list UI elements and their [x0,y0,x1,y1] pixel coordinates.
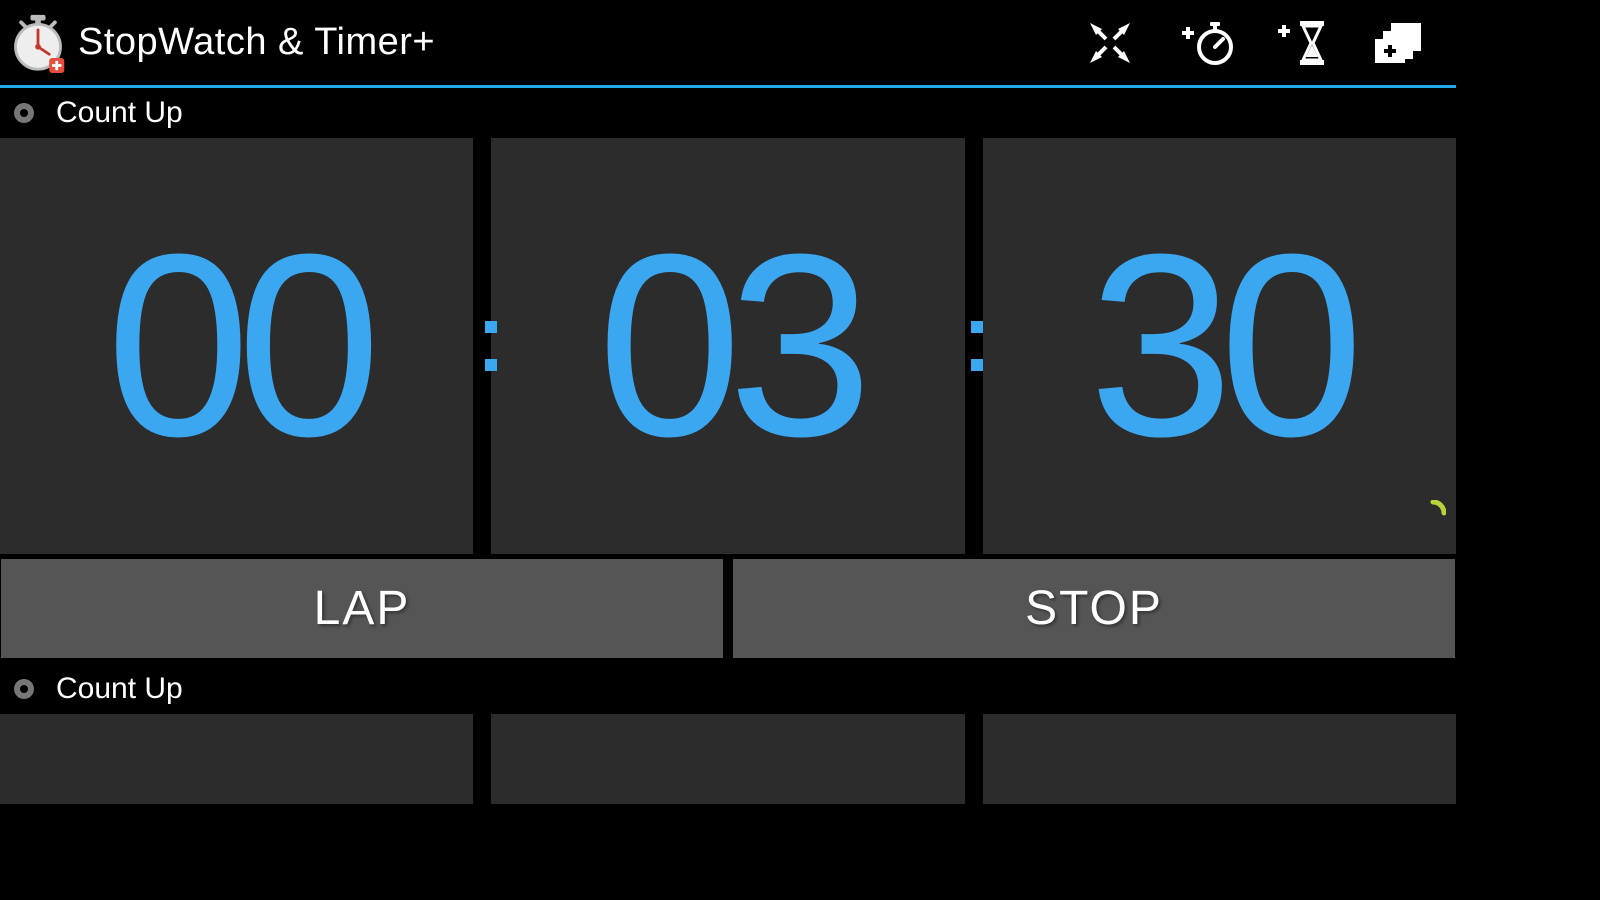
collapse-icon [1086,19,1134,67]
seconds-value: 30 [1089,216,1350,476]
minutes-panel[interactable] [491,714,964,804]
timer-header[interactable]: Count Up [0,664,1456,714]
hours-panel[interactable]: 00 [0,138,473,554]
lap-button[interactable]: LAP [1,559,723,658]
colon-separator [969,321,985,371]
time-display [0,714,1456,804]
timer-header[interactable]: Count Up [0,88,1456,138]
hours-panel[interactable] [0,714,473,804]
app-title: StopWatch & Timer+ [78,21,435,64]
hours-value: 00 [106,216,367,476]
add-timer-button[interactable] [1254,0,1350,87]
seconds-panel[interactable]: 30 [983,138,1456,554]
app-icon [6,11,70,75]
add-panel-button[interactable] [1350,0,1446,87]
action-bar: StopWatch & Timer+ [0,0,1456,88]
controls-row: LAP STOP [0,554,1456,658]
radio-icon [14,679,34,699]
timer-label: Count Up [56,672,183,706]
collapse-button[interactable] [1062,0,1158,87]
stop-button[interactable]: STOP [733,559,1455,658]
minutes-value: 03 [597,216,858,476]
radio-icon [14,103,34,123]
seconds-panel[interactable] [983,714,1456,804]
minutes-panel[interactable]: 03 [491,138,964,554]
add-hourglass-icon [1272,17,1332,69]
colon-separator [483,321,499,371]
add-stopwatch-button[interactable] [1158,0,1254,87]
add-panel-icon [1371,19,1425,67]
running-indicator-icon [1420,500,1446,526]
timer-label: Count Up [56,96,183,130]
time-display: 00 03 30 [0,138,1456,554]
add-stopwatch-icon [1176,19,1236,67]
